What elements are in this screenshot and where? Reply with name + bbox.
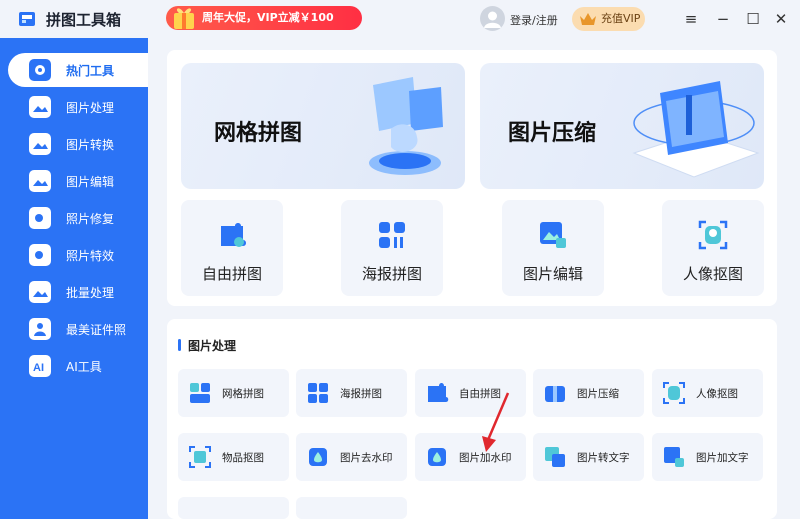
section-item-label: 图片加文字 xyxy=(696,452,749,464)
free-collage-icon xyxy=(428,383,449,402)
app-title: 拼图工具箱 xyxy=(46,11,122,29)
vip-button[interactable]: 充值VIP xyxy=(572,7,645,31)
section-item-partial[interactable] xyxy=(296,497,407,519)
section-item-partial[interactable] xyxy=(178,497,289,519)
compress-illustration-icon xyxy=(632,81,760,178)
tool-poster-collage[interactable]: 海报拼图 xyxy=(341,200,443,296)
sidebar-item-label: 图片编辑 xyxy=(66,175,115,189)
avatar[interactable] xyxy=(480,6,505,31)
promo-banner[interactable]: 周年大促，VIP立减￥100 xyxy=(166,6,362,30)
sidebar-item-batch[interactable]: 批量处理 xyxy=(8,275,148,309)
puzzle-icon xyxy=(221,223,246,247)
title-bar: 拼图工具箱 周年大促，VIP立减￥100 登录/注册 充值VIP ≡ − ☐ ✕ xyxy=(0,0,800,38)
sidebar-item-id-photo[interactable]: 最美证件照 xyxy=(8,312,148,346)
sidebar-item-label: AI工具 xyxy=(66,360,102,374)
add-text-icon xyxy=(664,447,684,467)
tool-free-collage[interactable]: 自由拼图 xyxy=(181,200,283,296)
sidebar: 热门工具 图片处理 图片转换 图片编辑 照片修复 照片特效 批量处理 最美证件照… xyxy=(0,38,148,519)
grid-collage-hero[interactable]: 网格拼图 xyxy=(181,63,465,189)
section-item-poster-collage[interactable]: 海报拼图 xyxy=(296,369,407,417)
maximize-button[interactable]: ☐ xyxy=(743,9,763,29)
sidebar-item-image-edit[interactable]: 图片编辑 xyxy=(8,164,148,198)
portrait-icon xyxy=(663,382,685,404)
compress-icon xyxy=(545,386,565,402)
image-edit-icon xyxy=(29,170,51,192)
puzzle-illustration-icon xyxy=(369,77,443,175)
add-watermark-icon xyxy=(428,448,446,466)
sidebar-item-label: 最美证件照 xyxy=(66,323,127,337)
hero-title: 图片压缩 xyxy=(508,121,597,146)
tool-image-edit[interactable]: 图片编辑 xyxy=(502,200,604,296)
hero-title: 网格拼图 xyxy=(214,121,303,146)
poster-grid-icon xyxy=(379,222,405,248)
gear-icon xyxy=(29,59,51,81)
section-item-grid-collage[interactable]: 网格拼图 xyxy=(178,369,289,417)
login-link[interactable]: 登录/注册 xyxy=(510,12,558,28)
section-title: 图片处理 xyxy=(178,337,236,354)
minimize-button[interactable]: − xyxy=(713,9,733,29)
sidebar-item-label: 照片修复 xyxy=(66,212,115,226)
sidebar-item-image-convert[interactable]: 图片转换 xyxy=(8,127,148,161)
poster-collage-icon xyxy=(308,383,328,403)
section-item-image-to-text[interactable]: 图片转文字 xyxy=(533,433,644,481)
image-convert-icon xyxy=(29,133,51,155)
section-item-label: 网格拼图 xyxy=(222,388,264,400)
promo-text: 周年大促，VIP立减￥100 xyxy=(202,11,334,24)
tool-label: 人像抠图 xyxy=(682,265,743,283)
section-item-label: 人像抠图 xyxy=(696,388,738,400)
section-item-label: 图片转文字 xyxy=(577,452,630,464)
vip-label: 充值VIP xyxy=(601,12,641,25)
sidebar-item-image-process[interactable]: 图片处理 xyxy=(8,90,148,124)
photo-effect-icon xyxy=(29,244,51,266)
compress-hero[interactable]: 图片压缩 xyxy=(480,63,764,189)
object-cutout-icon xyxy=(189,446,211,468)
sidebar-item-hot-tools[interactable]: 热门工具 xyxy=(8,53,148,87)
section-item-label: 物品抠图 xyxy=(222,452,264,464)
sidebar-item-label: 图片转换 xyxy=(66,138,115,152)
section-item-label: 海报拼图 xyxy=(340,388,382,400)
tool-label: 自由拼图 xyxy=(201,265,262,283)
id-photo-icon xyxy=(29,318,51,340)
section-item-label: 图片压缩 xyxy=(577,388,619,400)
menu-button[interactable]: ≡ xyxy=(681,9,701,29)
sidebar-item-label: 热门工具 xyxy=(66,64,115,78)
tool-portrait-cutout[interactable]: 人像抠图 xyxy=(662,200,764,296)
crown-icon xyxy=(580,13,596,25)
image-to-text-icon xyxy=(545,447,565,467)
section-item-label: 图片去水印 xyxy=(340,452,393,464)
sidebar-item-photo-effect[interactable]: 照片特效 xyxy=(8,238,148,272)
sidebar-item-label: 照片特效 xyxy=(66,249,115,263)
annotation-arrow-icon xyxy=(482,392,510,452)
user-icon xyxy=(484,11,501,28)
sidebar-item-label: 图片处理 xyxy=(66,101,115,115)
tool-label: 海报拼图 xyxy=(361,265,422,283)
section-item-remove-watermark[interactable]: 图片去水印 xyxy=(296,433,407,481)
section-item-add-text[interactable]: 图片加文字 xyxy=(652,433,763,481)
batch-icon xyxy=(29,281,51,303)
grid-collage-icon xyxy=(190,383,210,403)
image-process-icon xyxy=(29,96,51,118)
close-button[interactable]: ✕ xyxy=(771,9,791,29)
sidebar-item-ai-tools[interactable]: AI AI工具 xyxy=(8,349,148,383)
section-item-portrait-cutout[interactable]: 人像抠图 xyxy=(652,369,763,417)
photo-repair-icon xyxy=(29,207,51,229)
remove-watermark-icon xyxy=(309,448,327,466)
app-logo-icon xyxy=(19,12,35,26)
gift-icon xyxy=(174,8,194,29)
portrait-cutout-icon xyxy=(698,220,728,250)
ai-icon: AI xyxy=(29,355,51,377)
image-edit-icon xyxy=(540,222,566,248)
svg-text:AI: AI xyxy=(33,362,44,374)
image-process-card xyxy=(167,319,777,519)
sidebar-item-photo-repair[interactable]: 照片修复 xyxy=(8,201,148,235)
tool-label: 图片编辑 xyxy=(522,265,583,283)
section-item-compress[interactable]: 图片压缩 xyxy=(533,369,644,417)
sidebar-item-label: 批量处理 xyxy=(66,286,115,300)
section-item-object-cutout[interactable]: 物品抠图 xyxy=(178,433,289,481)
